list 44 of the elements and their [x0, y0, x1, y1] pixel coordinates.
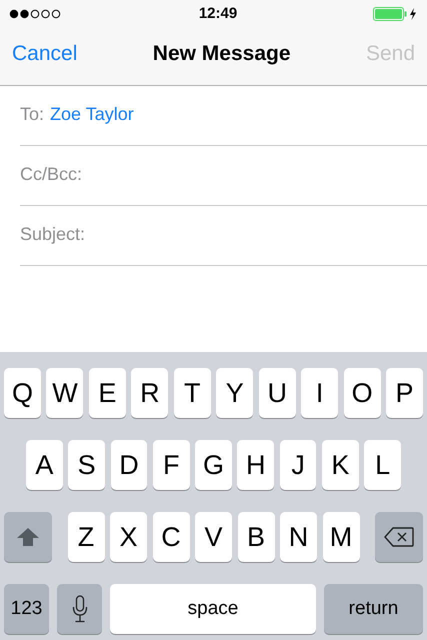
return-key[interactable]: return: [324, 584, 423, 634]
letter-key[interactable]: M: [322, 512, 360, 562]
letter-key[interactable]: T: [174, 368, 211, 418]
shift-key[interactable]: [4, 512, 52, 562]
space-key[interactable]: space: [110, 584, 316, 634]
signal-icon: [9, 8, 63, 18]
letter-key[interactable]: F: [152, 440, 190, 490]
letter-key[interactable]: C: [152, 512, 190, 562]
letter-key[interactable]: Y: [216, 368, 254, 418]
letter-key[interactable]: X: [110, 512, 147, 562]
letter-key[interactable]: K: [322, 440, 359, 490]
delete-key[interactable]: [375, 512, 423, 562]
battery-charging-icon: [373, 6, 417, 20]
letter-key[interactable]: Z: [68, 512, 104, 562]
letter-key[interactable]: G: [195, 440, 232, 490]
cancel-button[interactable]: Cancel: [12, 42, 78, 66]
letter-key[interactable]: D: [110, 440, 148, 490]
letter-key[interactable]: I: [301, 368, 338, 418]
backspace-icon: [384, 527, 414, 547]
letter-key[interactable]: V: [195, 512, 232, 562]
letter-key[interactable]: E: [88, 368, 126, 418]
field-label: To:: [20, 104, 44, 125]
field-label: Cc/Bcc:: [20, 164, 82, 185]
letter-key[interactable]: O: [344, 368, 381, 418]
letter-key[interactable]: W: [46, 368, 84, 418]
letter-key[interactable]: A: [26, 440, 63, 490]
field-label: Subject:: [20, 224, 86, 245]
letter-key[interactable]: N: [280, 512, 317, 562]
letter-key[interactable]: B: [238, 512, 274, 562]
letter-key[interactable]: L: [364, 440, 402, 490]
letter-key[interactable]: Q: [4, 368, 41, 418]
letter-key[interactable]: P: [386, 368, 424, 418]
numbers-key[interactable]: 123: [4, 584, 49, 634]
letter-key[interactable]: U: [258, 368, 296, 418]
letter-key[interactable]: R: [131, 368, 168, 418]
screen-title: New Message: [152, 42, 291, 66]
status-time: 12:49: [198, 5, 238, 22]
recipient-name[interactable]: Zoe Taylor: [50, 104, 134, 125]
microphone-icon: [72, 595, 88, 623]
dictation-key[interactable]: [57, 584, 102, 634]
shift-arrow-icon: [16, 527, 40, 547]
letter-key[interactable]: S: [68, 440, 106, 490]
letter-key[interactable]: H: [237, 440, 274, 490]
letter-key[interactable]: J: [280, 440, 316, 490]
